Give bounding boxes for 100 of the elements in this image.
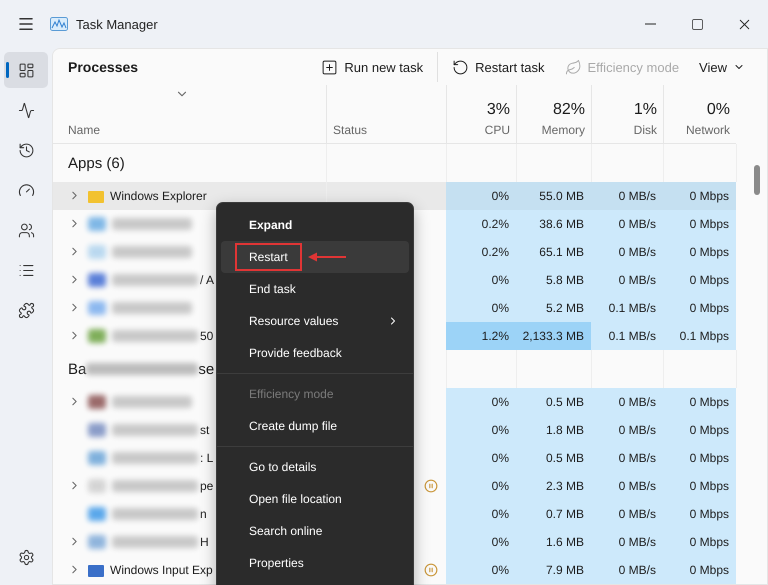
table-cell: 0 Mbps xyxy=(663,294,736,322)
column-label: Status xyxy=(333,123,368,137)
column-label: Disk xyxy=(634,123,657,137)
table-cell: 0 MB/s xyxy=(591,266,663,294)
annotation-box: Restart xyxy=(235,243,302,271)
table-cell: 0 Mbps xyxy=(663,182,736,210)
column-header[interactable]: 3% CPU xyxy=(446,85,516,144)
table-cell: 2,133.3 MB xyxy=(516,322,591,350)
menu-item[interactable]: Restart xyxy=(221,241,409,273)
table-cell: 0% xyxy=(446,182,516,210)
process-name: pe xyxy=(200,479,214,493)
table-cell: 0 Mbps xyxy=(663,388,736,416)
table-cell: 38.6 MB xyxy=(516,210,591,238)
restart-icon xyxy=(452,58,470,76)
table-cell: 0% xyxy=(446,500,516,528)
table-cell: 0.1 MB/s xyxy=(591,294,663,322)
table-cell: 2.3 MB xyxy=(516,472,591,500)
table-cell: 0 MB/s xyxy=(591,416,663,444)
column-header[interactable]: 1% Disk xyxy=(591,85,663,144)
group-label: se xyxy=(198,360,214,378)
table-cell: 0 MB/s xyxy=(591,500,663,528)
process-name: H xyxy=(200,535,209,549)
table-cell: 1.2% xyxy=(446,322,516,350)
table-cell: 0% xyxy=(446,416,516,444)
table-cell: 0.1 Mbps xyxy=(663,322,736,350)
table-cell: 0 MB/s xyxy=(591,388,663,416)
pulse-icon xyxy=(18,102,34,118)
restart-button[interactable]: Restart task xyxy=(442,52,555,82)
process-name: : L xyxy=(200,451,214,465)
table-cell: 65.1 MB xyxy=(516,238,591,266)
table-cell: 0 MB/s xyxy=(591,528,663,556)
history-icon xyxy=(18,142,34,158)
menu-item[interactable]: Go to details xyxy=(221,451,409,483)
table-cell: 0 Mbps xyxy=(663,500,736,528)
table-cell: 0 Mbps xyxy=(663,444,736,472)
table-cell: 0% xyxy=(446,294,516,322)
view-button[interactable]: View xyxy=(689,54,755,80)
table-cell: 0.7 MB xyxy=(516,500,591,528)
menu-icon xyxy=(17,15,35,33)
table-cell: 0 MB/s xyxy=(591,182,663,210)
scrollbar-thumb[interactable] xyxy=(754,165,760,195)
menu-item[interactable]: Open file location xyxy=(221,483,409,515)
column-label: CPU xyxy=(484,123,510,137)
nav-button[interactable] xyxy=(4,52,48,88)
table-cell: 0% xyxy=(446,266,516,294)
table-cell: 0 Mbps xyxy=(663,266,736,294)
table-cell: 0 MB/s xyxy=(591,444,663,472)
menu-item[interactable]: Properties xyxy=(221,547,409,579)
process-name: st xyxy=(200,423,210,437)
process-name: Windows Explorer xyxy=(110,189,207,203)
column-total: 3% xyxy=(486,101,510,119)
menu-item[interactable]: Provide feedback xyxy=(221,337,409,369)
column-total: 82% xyxy=(552,101,585,119)
table-cell: 1.6 MB xyxy=(516,528,591,556)
table-cell: 0 MB/s xyxy=(591,472,663,500)
table-cell: 0 MB/s xyxy=(591,238,663,266)
table-cell: 0 MB/s xyxy=(591,556,663,584)
puzzle-icon xyxy=(18,302,34,318)
paused-icon xyxy=(424,563,438,577)
process-name: 50 xyxy=(200,329,214,343)
process-name: Windows Input Exp xyxy=(110,563,213,577)
window-title: Task Manager xyxy=(76,16,158,32)
table-cell: 55.0 MB xyxy=(516,182,591,210)
group-label: Ba xyxy=(68,360,86,378)
menu-item[interactable]: Create dump file xyxy=(221,410,409,442)
leaf-icon xyxy=(564,58,582,76)
table-cell: 0 Mbps xyxy=(663,472,736,500)
users-icon xyxy=(18,222,34,238)
plus-square-icon xyxy=(321,58,338,76)
group-label: Apps (6) xyxy=(68,154,125,172)
table-cell: 0 Mbps xyxy=(663,416,736,444)
menu-item[interactable]: Resource values xyxy=(221,305,409,337)
menu-item[interactable]: Search online xyxy=(221,515,409,547)
table-cell: 1.8 MB xyxy=(516,416,591,444)
process-name: / A xyxy=(200,273,214,287)
column-header[interactable]: Status xyxy=(326,85,446,144)
table-cell: 5.8 MB xyxy=(516,266,591,294)
table-cell: 0% xyxy=(446,444,516,472)
process-name: n xyxy=(200,507,207,521)
paused-icon xyxy=(424,479,438,493)
menu-item[interactable]: Expand xyxy=(221,209,409,241)
minimize-icon xyxy=(645,23,656,25)
gauge-icon xyxy=(18,182,34,198)
column-header[interactable]: 0% Network xyxy=(663,85,736,144)
table-cell: 0% xyxy=(446,528,516,556)
settings-icon xyxy=(18,548,34,566)
table-cell: 0 Mbps xyxy=(663,556,736,584)
table-cell: 0.5 MB xyxy=(516,388,591,416)
table-cell: 0 Mbps xyxy=(663,528,736,556)
table-cell: 7.9 MB xyxy=(516,556,591,584)
table-cell: 0.2% xyxy=(446,210,516,238)
column-label: Name xyxy=(68,123,100,137)
table-cell: 5.2 MB xyxy=(516,294,591,322)
run-button[interactable]: Run new task xyxy=(311,52,434,82)
menu-item[interactable]: End task xyxy=(221,273,409,305)
task-manager-icon xyxy=(50,17,68,31)
column-header[interactable]: Name xyxy=(53,85,326,144)
table-cell: 0 Mbps xyxy=(663,210,736,238)
page-title: Processes xyxy=(68,59,138,75)
column-header[interactable]: 82% Memory xyxy=(516,85,591,144)
